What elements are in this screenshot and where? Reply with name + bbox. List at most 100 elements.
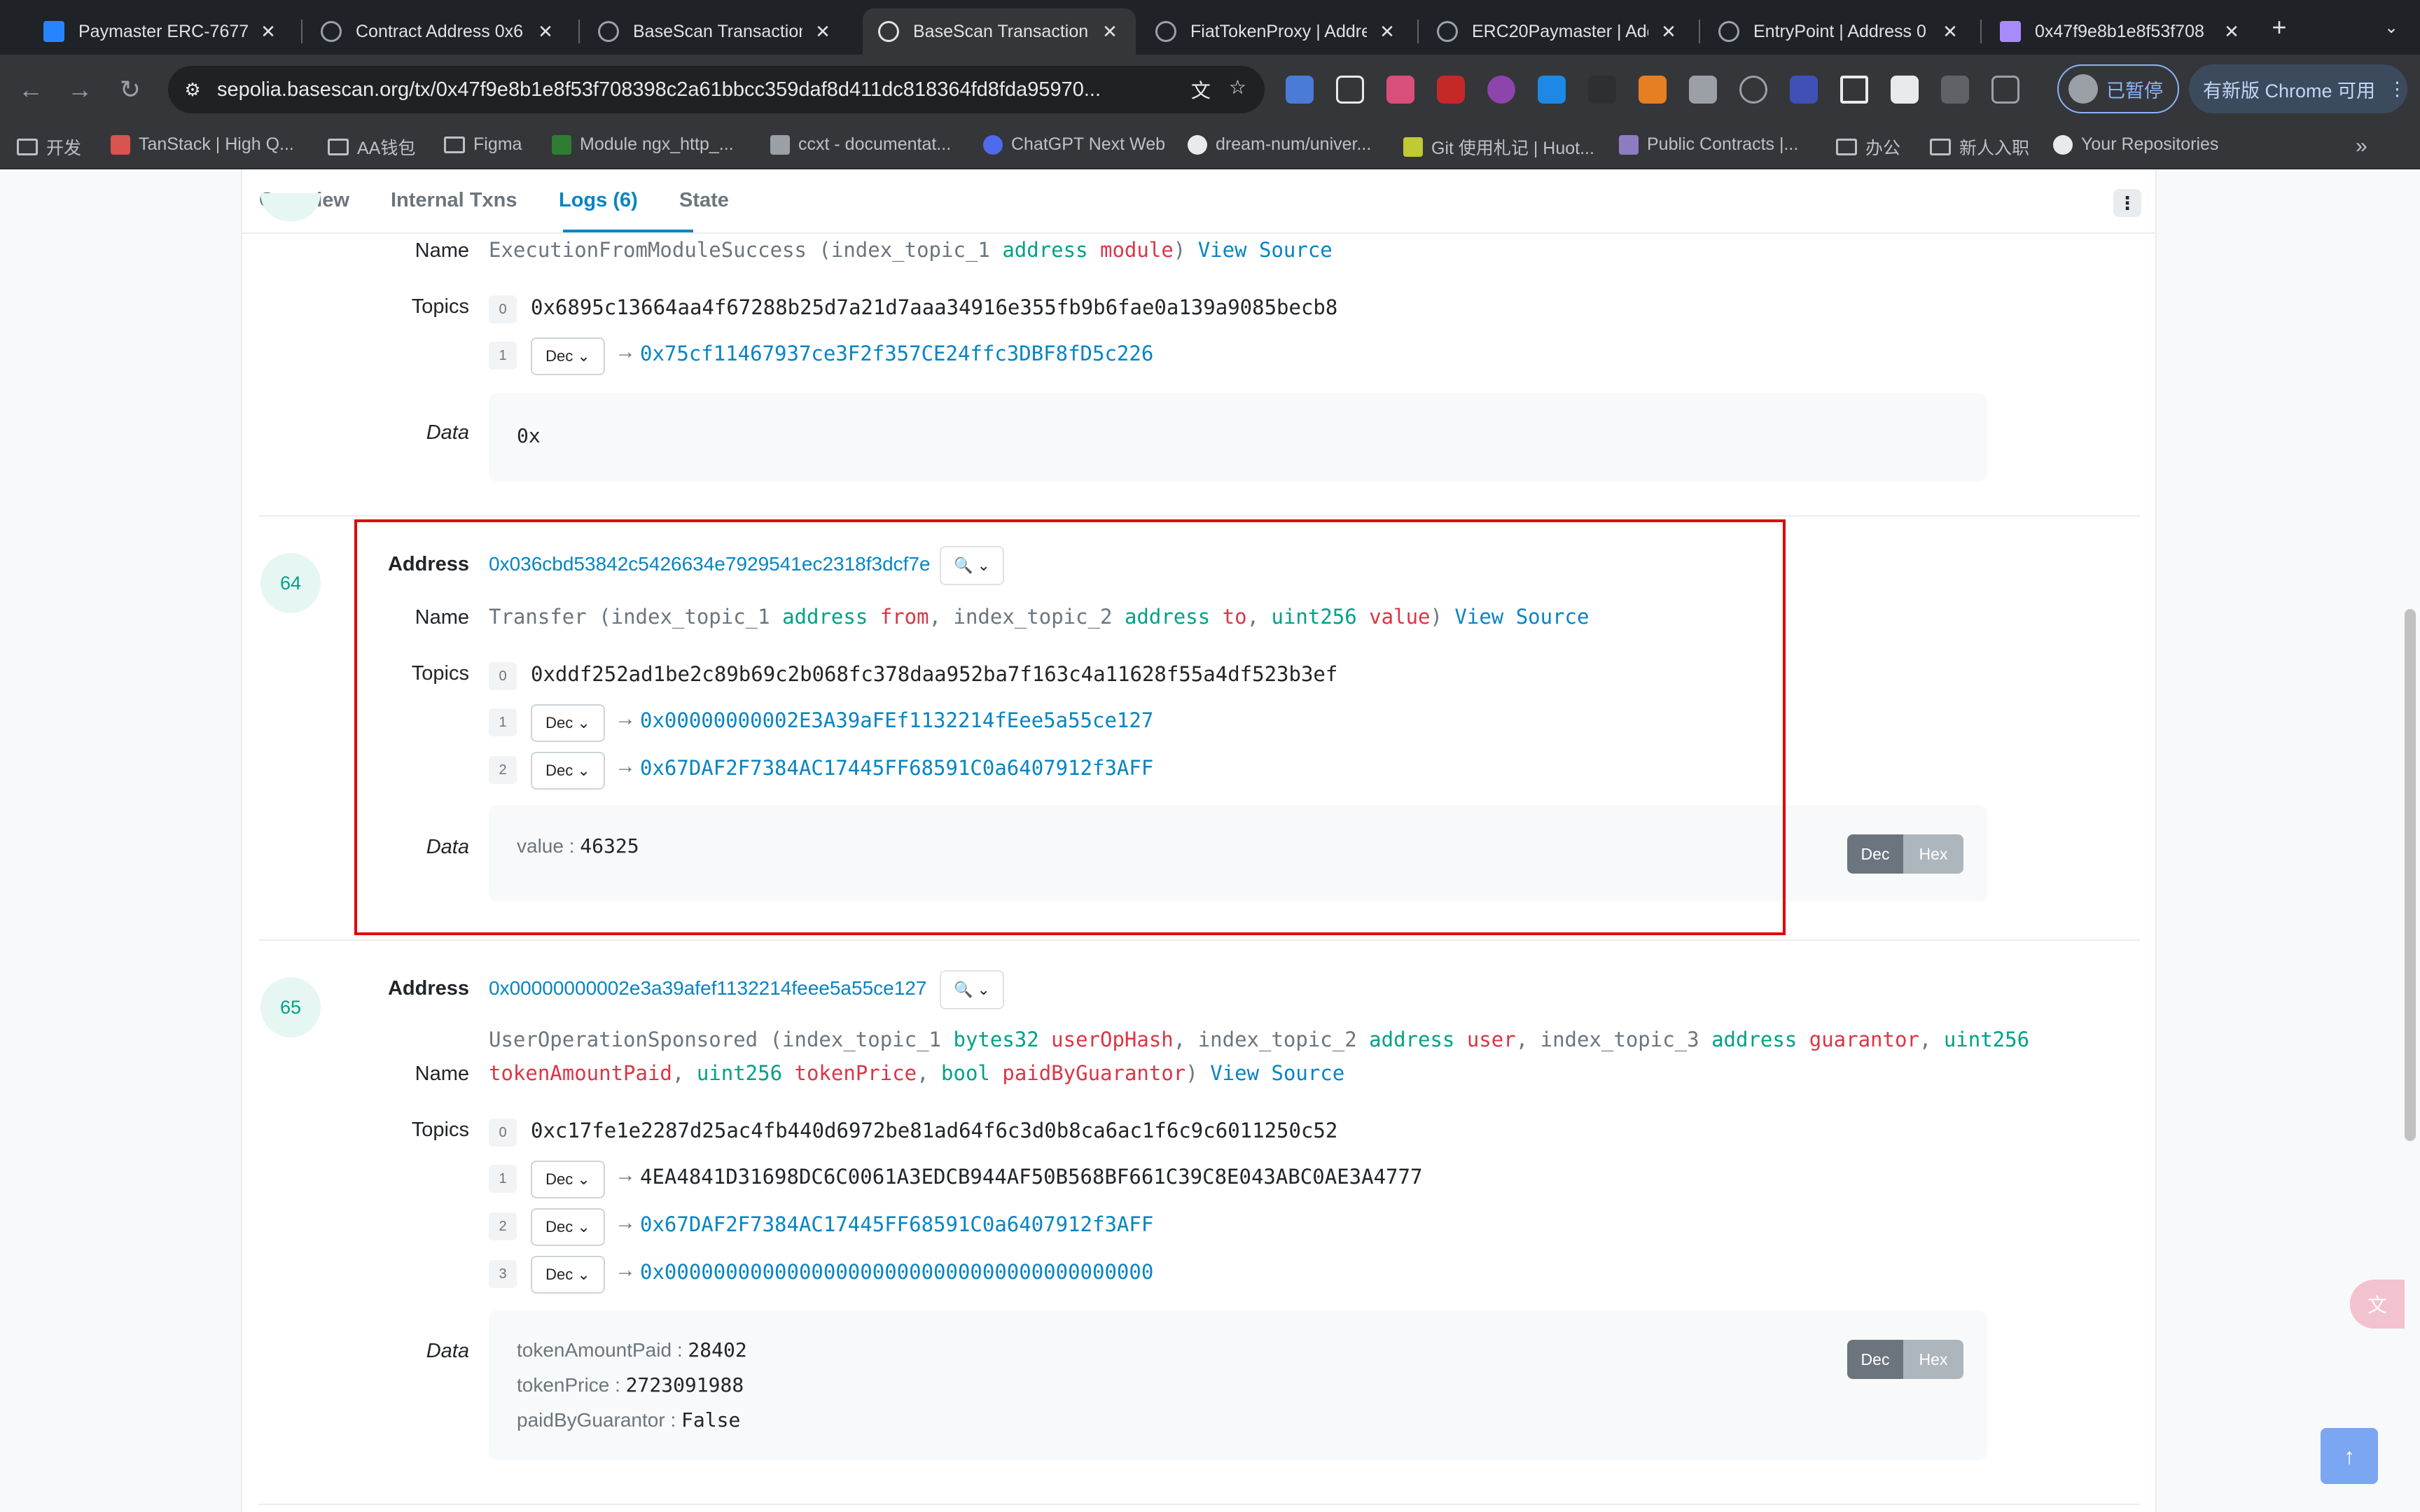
back-to-top-button[interactable]: ↑ [2321,1428,2378,1484]
close-icon[interactable]: ✕ [1658,21,1679,43]
topic-hash: 0x6895c13664aa4f67288b25d7a21d7aaa34916e… [531,295,1338,319]
chatgpt-icon [983,134,1003,155]
more-options-icon[interactable]: ⋮ [2113,189,2141,217]
topic-address-link[interactable]: 0x67DAF2F7384AC17445FF68591C0a6407912f3A… [640,1212,1153,1236]
bookmark-item[interactable]: dream-num/univer... [1188,134,1371,155]
bookmark-item[interactable]: Module ngx_http_... [552,134,734,155]
metamask-icon[interactable] [1639,76,1667,104]
view-source-link[interactable]: View Source [1210,1061,1344,1085]
extension-icon[interactable] [1386,76,1414,104]
tab-internal-txns[interactable]: Internal Txns [391,189,517,212]
bookmark-item[interactable]: AA钱包 [328,134,415,160]
browser-tab[interactable]: BaseScan Transaction ✕ [583,8,849,55]
bookmark-item[interactable]: 开发 [17,134,81,160]
extension-icon[interactable] [1538,76,1566,104]
tenderly-icon [2000,21,2021,42]
close-icon[interactable]: ✕ [1940,21,1961,43]
extension-icon[interactable] [1437,76,1465,104]
profile-paused-button[interactable]: 已暂停 [2057,64,2179,113]
tab-state[interactable]: State [679,189,729,212]
data-label: Data [426,421,469,444]
view-source-link[interactable]: View Source [1198,238,1333,262]
close-icon[interactable]: ✕ [1377,21,1398,43]
tab-search-button[interactable]: ⌄ [2375,11,2407,43]
zoom-dropdown-button[interactable]: 🔍 ⌄ [940,970,1004,1009]
scrollbar-thumb[interactable] [2405,609,2416,1141]
kebab-menu-icon[interactable]: ⋮ [2388,78,2407,100]
topic-format-dropdown[interactable]: Dec ⌄ [531,1256,605,1294]
bookmark-item[interactable]: Git 使用札记 | Huot... [1403,134,1594,160]
bookmark-star-icon[interactable]: ☆ [1229,76,1246,104]
browser-tab[interactable]: Paymaster ERC-7677 - ✕ [28,8,294,55]
tab-title: 0x47f9e8b1e8f53f708 [2035,21,2204,41]
url-text[interactable]: sepolia.basescan.org/tx/0x47f9e8b1e8f53f… [217,78,1191,102]
browser-tab-active[interactable]: BaseScan Transaction ✕ [863,8,1136,55]
basescan-icon [321,21,342,42]
contract-address-link[interactable]: 0x00000000002e3a39afef1132214feee5a55ce1… [489,977,926,1000]
extensions-puzzle-icon[interactable] [1991,76,2019,104]
extension-icon[interactable] [1941,76,1969,104]
extension-icon[interactable] [1840,76,1868,104]
extension-mail-icon[interactable] [1689,76,1717,104]
data-box: tokenAmountPaid : 28402 tokenPrice : 272… [489,1310,1987,1460]
bookmark-item[interactable]: Your Repositories [2053,134,2218,155]
hex-button[interactable]: Hex [1903,834,1963,874]
extension-icon[interactable] [1487,76,1515,104]
topic-format-dropdown[interactable]: Dec ⌄ [531,337,605,375]
browser-tab[interactable]: ERC20Paymaster | Add ✕ [1421,8,1695,55]
bookmark-item[interactable]: 办公 [1836,134,1900,160]
close-icon[interactable]: ✕ [535,21,556,43]
dec-hex-toggle[interactable]: Dec Hex [1847,1340,1963,1379]
extension-icon[interactable] [1739,76,1767,104]
browser-tab-strip: Paymaster ERC-7677 - ✕ Contract Address … [0,0,2420,55]
tab-title: FiatTokenProxy | Addre [1190,21,1367,41]
topic-address-link[interactable]: 0x00000000000000000000000000000000000000… [640,1260,1153,1284]
dec-button[interactable]: Dec [1847,834,1903,874]
translate-icon[interactable]: 文 [1191,76,1211,104]
dec-hex-toggle[interactable]: Dec Hex [1847,834,1963,874]
back-arrow-icon[interactable]: ← [11,70,50,109]
chrome-update-button[interactable]: 有新版 Chrome 可用 ⋮ [2189,64,2407,113]
folder-icon [17,139,38,155]
browser-tab[interactable]: EntryPoint | Address 0 ✕ [1703,8,1976,55]
close-icon[interactable]: ✕ [1099,21,1120,43]
tab-logs[interactable]: Logs (6) [559,189,638,212]
bookmark-item[interactable]: ChatGPT Next Web [983,134,1165,155]
folder-icon [328,139,349,155]
browser-tab[interactable]: FiatTokenProxy | Addre ✕ [1140,8,1413,55]
close-icon[interactable]: ✕ [812,21,833,43]
extension-qr-icon[interactable] [1336,76,1364,104]
bookmark-item[interactable]: Public Contracts |... [1619,134,1798,155]
translate-float-icon[interactable]: 文 [2350,1280,2405,1329]
bookmark-item[interactable]: TanStack | High Q... [111,134,294,155]
reload-icon[interactable]: ↻ [111,70,150,109]
close-icon[interactable]: ✕ [2221,21,2242,43]
bookmarks-overflow-icon[interactable]: » [2356,134,2367,158]
extension-translate-icon[interactable] [1286,76,1314,104]
browser-tab[interactable]: Contract Address 0x6 ✕ [305,8,571,55]
extension-icon[interactable] [1790,76,1818,104]
topic-format-dropdown[interactable]: Dec ⌄ [531,1208,605,1246]
hex-button[interactable]: Hex [1903,1340,1963,1379]
basescan-icon [878,21,899,42]
address-bar[interactable]: ⚙ sepolia.basescan.org/tx/0x47f9e8b1e8f5… [168,66,1265,113]
topic-address-link[interactable]: 0x75cf11467937ce3F2f357CE24ffc3DBF8fD5c2… [640,342,1153,365]
topic-format-dropdown[interactable]: Dec ⌄ [531,1161,605,1198]
forward-arrow-icon[interactable]: → [60,70,99,109]
dec-button[interactable]: Dec [1847,1340,1903,1379]
github-icon [2053,134,2073,155]
site-info-icon[interactable]: ⚙ [168,79,217,101]
bookmark-item[interactable]: 新人入职 [1930,134,2029,160]
new-tab-button[interactable]: + [2263,11,2295,43]
confluence-icon [43,21,64,42]
notion-icon[interactable] [1891,76,1919,104]
pause-label: 已暂停 [2106,80,2163,102]
bookmark-item[interactable]: ccxt - documentat... [770,134,951,155]
browser-toolbar: ← → ↻ ⚙ sepolia.basescan.org/tx/0x47f9e8… [0,55,2420,125]
public-contracts-icon [1619,134,1639,155]
topic-index: 1 [489,342,517,370]
browser-tab[interactable]: 0x47f9e8b1e8f53f708 ✕ [1984,8,2258,55]
extension-icon[interactable] [1588,76,1616,104]
close-icon[interactable]: ✕ [258,21,279,43]
bookmark-item[interactable]: Figma [444,134,522,155]
